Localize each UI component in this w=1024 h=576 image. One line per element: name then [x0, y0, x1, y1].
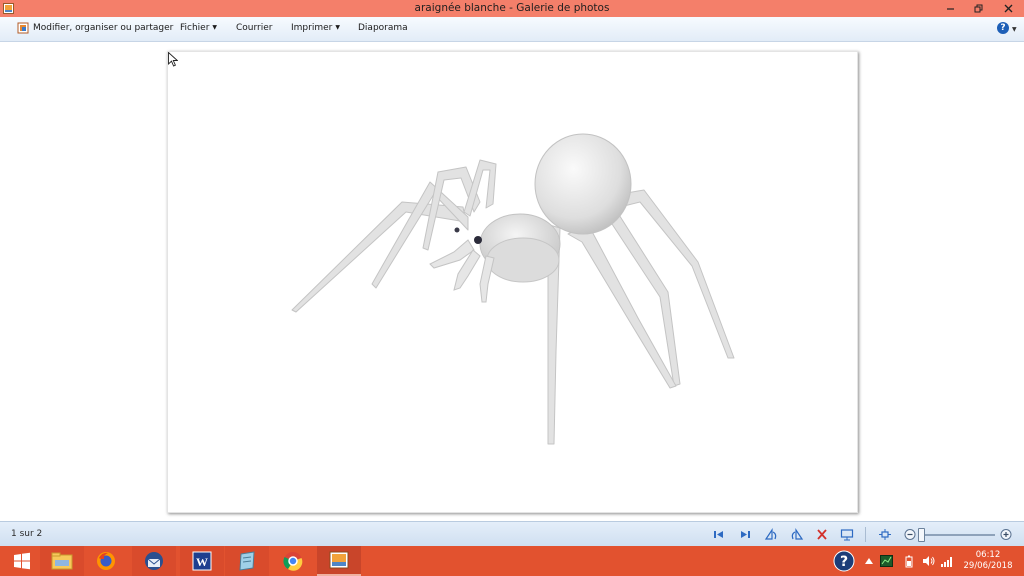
mouse-cursor-icon [168, 52, 178, 67]
taskbar-file-explorer[interactable] [40, 546, 84, 576]
delete-button[interactable] [815, 528, 829, 541]
delete-icon [817, 529, 827, 540]
tray-app-icon[interactable] [878, 546, 894, 576]
previous-button[interactable] [712, 528, 726, 541]
slideshow-play-button[interactable] [840, 528, 854, 541]
minimize-icon [946, 8, 954, 10]
file-menu-label: Fichier [180, 23, 210, 33]
print-menu-button[interactable]: Imprimer ▼ [291, 23, 340, 33]
rotate-left-icon [764, 528, 777, 540]
word-icon: W [192, 551, 212, 571]
zoom-in-icon [1000, 529, 1012, 540]
svg-text:W: W [196, 555, 208, 569]
taskbar-photo-gallery[interactable] [317, 546, 361, 576]
chrome-icon [283, 552, 303, 571]
zoom-out-icon [904, 529, 916, 540]
window-title: araignée blanche - Galerie de photos [414, 2, 610, 14]
taskbar: W ? 06:12 29/06/2018 [0, 546, 1024, 576]
wifi-signal-icon [940, 556, 952, 567]
monitor-app-icon [879, 555, 893, 567]
fit-icon [879, 529, 891, 540]
mail-button[interactable]: Courrier [236, 23, 272, 33]
show-hidden-icons-button[interactable] [862, 546, 876, 576]
tray-volume[interactable] [920, 546, 936, 576]
rotate-left-button[interactable] [764, 528, 778, 541]
clock-date: 29/06/2018 [963, 561, 1013, 571]
tray-battery[interactable] [902, 546, 916, 576]
clock-time: 06:12 [975, 550, 1001, 560]
print-menu-label: Imprimer [291, 23, 333, 33]
actual-size-button[interactable] [878, 528, 892, 541]
first-icon [714, 531, 723, 538]
zoom-in-button[interactable] [999, 528, 1013, 541]
rotate-right-button[interactable] [790, 528, 804, 541]
slideshow-button[interactable]: Diaporama [358, 23, 408, 33]
mail-label: Courrier [236, 23, 273, 33]
close-button[interactable] [992, 0, 1024, 17]
taskbar-notepad[interactable] [225, 546, 269, 576]
help-button[interactable]: ? [997, 22, 1009, 34]
restore-button[interactable] [964, 0, 992, 17]
speaker-icon [922, 556, 934, 566]
tray-network[interactable] [938, 546, 954, 576]
help-circle-icon: ? [833, 550, 855, 572]
svg-text:?: ? [840, 554, 848, 570]
divider [865, 527, 866, 542]
page-counter: 1 sur 2 [11, 529, 43, 539]
notepad-icon [239, 551, 255, 571]
close-icon [1004, 4, 1012, 13]
next-icon [741, 531, 750, 538]
next-button[interactable] [738, 528, 752, 541]
file-menu-button[interactable]: Fichier ▼ [180, 23, 217, 33]
rotate-right-icon [791, 528, 804, 540]
zoom-slider-thumb[interactable] [918, 528, 925, 542]
folder-icon [51, 552, 73, 570]
help-icon: ? [1000, 23, 1006, 33]
taskbar-word[interactable]: W [180, 546, 224, 576]
title-bar: araignée blanche - Galerie de photos [0, 0, 1024, 17]
start-button[interactable] [0, 546, 44, 576]
chevron-down-icon: ▼ [335, 24, 340, 31]
system-clock[interactable]: 06:12 29/06/2018 [958, 550, 1018, 572]
taskbar-thunderbird[interactable] [132, 546, 176, 576]
navigation-bar: 1 sur 2 [0, 521, 1024, 547]
taskbar-firefox[interactable] [84, 546, 128, 576]
edit-icon [17, 22, 29, 34]
spider-image [291, 133, 735, 445]
battery-icon [905, 555, 913, 567]
slideshow-label: Diaporama [358, 23, 408, 33]
help-chevron-down-icon[interactable]: ▼ [1012, 26, 1017, 33]
photo-viewer[interactable] [167, 51, 858, 513]
zoom-slider-track[interactable] [923, 534, 995, 536]
firefox-icon [97, 552, 115, 570]
chevron-down-icon: ▼ [212, 24, 218, 31]
tray-help[interactable]: ? [832, 546, 856, 576]
photo-gallery-icon [329, 551, 349, 569]
command-toolbar: Modifier, organiser ou partager Fichier ▼… [0, 17, 1024, 42]
chevron-up-icon [865, 558, 873, 564]
taskbar-chrome[interactable] [271, 546, 315, 576]
slideshow-icon [840, 529, 854, 541]
modify-organize-share-button[interactable]: Modifier, organiser ou partager [33, 23, 173, 33]
thunderbird-icon [145, 552, 163, 570]
windows-logo-icon [14, 552, 30, 570]
restore-icon [974, 4, 982, 13]
minimize-button[interactable] [936, 0, 964, 17]
modify-organize-share-label: Modifier, organiser ou partager [33, 23, 174, 33]
zoom-out-button[interactable] [903, 528, 917, 541]
